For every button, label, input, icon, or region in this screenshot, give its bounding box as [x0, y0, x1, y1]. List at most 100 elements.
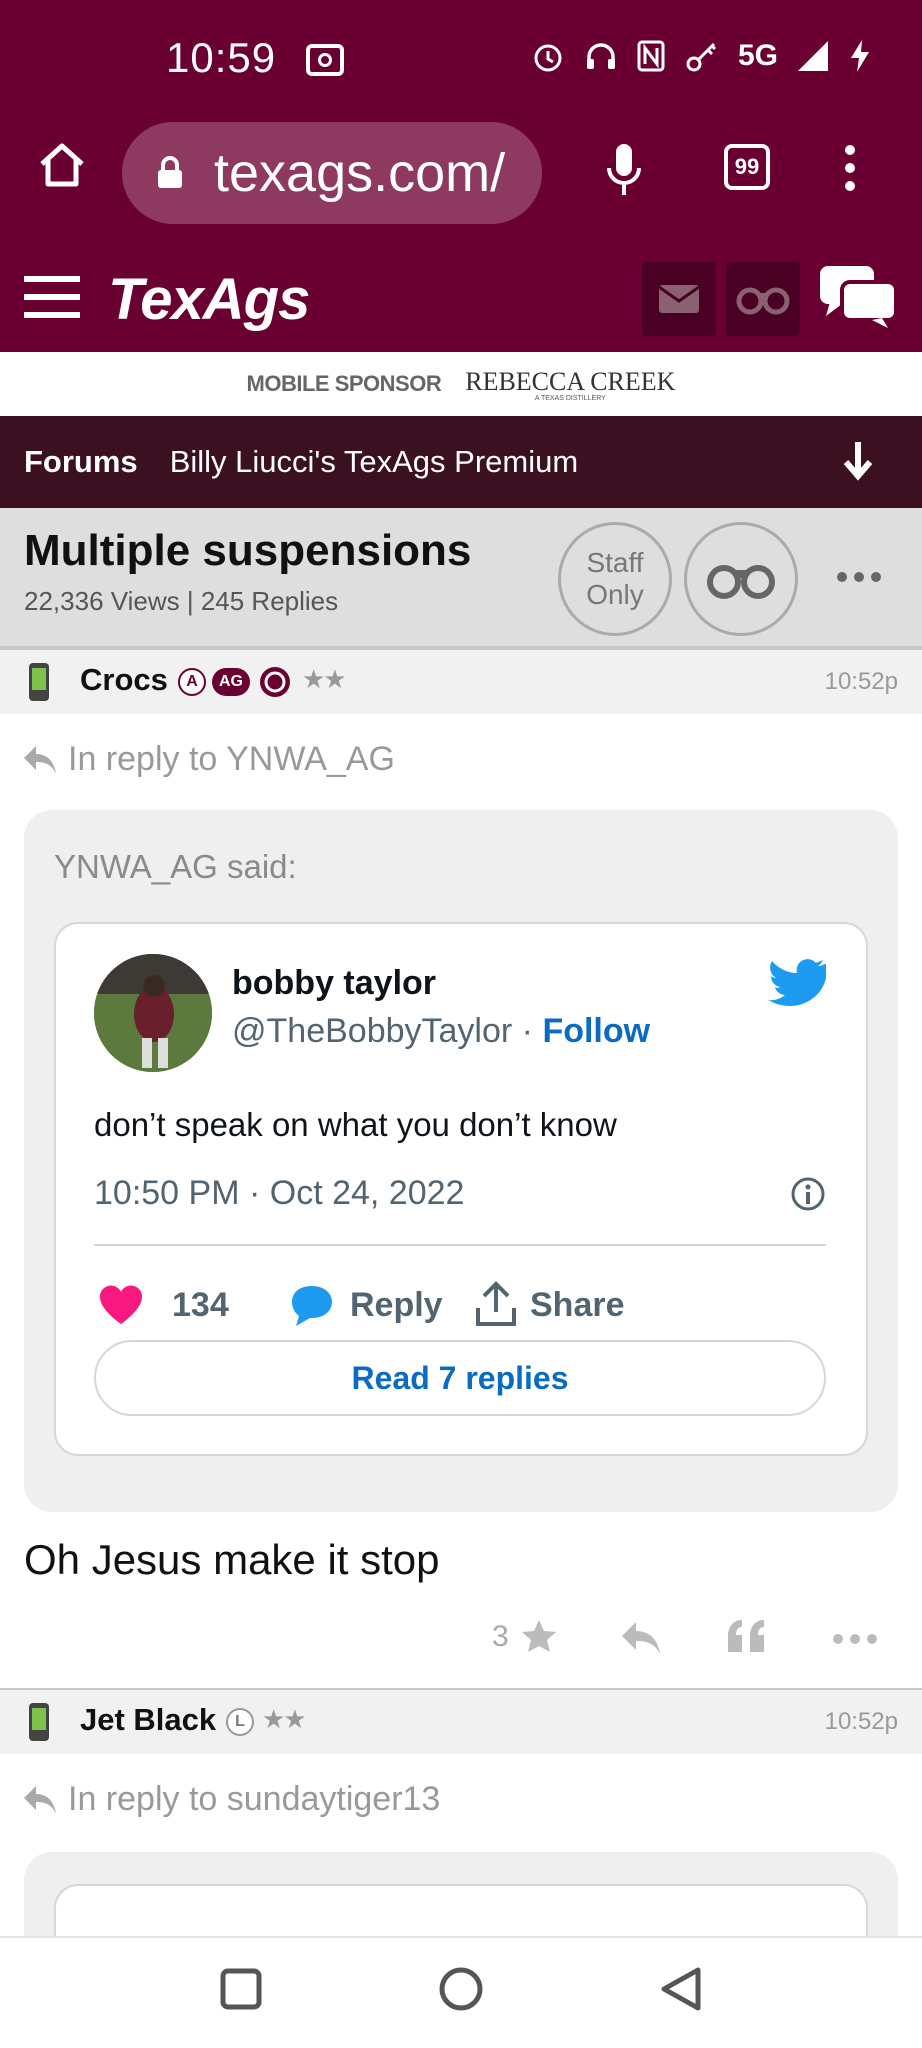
in-reply-to-text: In reply to YNWA_AG [68, 740, 395, 778]
board-link[interactable]: Billy Liucci's TexAgs Premium [170, 444, 578, 480]
read-replies-button[interactable]: Read 7 replies [94, 1340, 826, 1416]
network-type: 5G [737, 39, 778, 72]
signal-icon [798, 41, 828, 71]
status-icons: 5G [530, 38, 872, 74]
more-vert-icon[interactable] [842, 144, 858, 192]
post-time: 10:52p [824, 668, 898, 695]
url-text: texags.com/ [214, 143, 506, 203]
more-horiz-icon[interactable] [836, 570, 882, 584]
thread-title: Multiple suspensions [24, 526, 472, 575]
staff-only-label-1: Staff [586, 547, 644, 578]
post-actions: 3 [0, 1606, 922, 1670]
post-author[interactable]: Jet Black [80, 1702, 216, 1738]
rank-stars: ★★ [302, 664, 347, 694]
home-icon[interactable] [36, 140, 88, 192]
microphone-icon[interactable] [604, 142, 644, 198]
mobile-phone-icon [29, 663, 49, 701]
reply-arrow-icon [24, 745, 56, 774]
recents-icon[interactable] [220, 1968, 262, 2010]
thread-header: Multiple suspensions 22,336 Views | 245 … [0, 508, 922, 648]
charging-icon [851, 40, 869, 72]
tweet-text: don’t speak on what you don’t know [94, 1106, 617, 1143]
follow-link[interactable]: Follow [542, 1012, 650, 1050]
forum-breadcrumb: Forums Billy Liucci's TexAgs Premium [0, 416, 922, 508]
hamburger-menu-icon[interactable] [24, 274, 80, 320]
watch-button[interactable] [726, 262, 800, 336]
read-replies-label: Read 7 replies [351, 1359, 569, 1396]
reply-icon[interactable] [620, 1620, 662, 1656]
sponsor-logo: REBECCA CREEK A TEXAS DISTILLERY [465, 367, 675, 402]
system-nav-bar [0, 1936, 922, 2048]
tweet-actions: 134 Reply Share [94, 1274, 834, 1334]
share-icon[interactable] [474, 1280, 518, 1328]
back-icon[interactable] [660, 1966, 702, 2012]
sponsor-banner[interactable]: MOBILE SPONSOR REBECCA CREEK A TEXAS DIS… [0, 352, 922, 416]
sponsor-name: REBECCA CREEK [465, 366, 676, 396]
sponsor-label: MOBILE SPONSOR [246, 371, 442, 396]
like-count: 134 [172, 1286, 229, 1324]
staff-only-button[interactable]: Staff Only [558, 522, 672, 636]
avatar-photo [94, 954, 212, 1072]
reply-bubble-icon[interactable] [288, 1284, 334, 1326]
arrow-down-icon[interactable] [842, 440, 874, 482]
rank-stars: ★★ [262, 1704, 307, 1734]
binoculars-icon [707, 565, 775, 599]
browser-toolbar: texags.com/ 99 [0, 110, 922, 260]
chat-bubbles-icon[interactable] [820, 266, 896, 328]
star-icon[interactable] [520, 1618, 558, 1656]
heart-icon[interactable] [98, 1284, 144, 1326]
tweet-author-name[interactable]: bobby taylor [232, 964, 436, 1003]
tweet-handle[interactable]: @TheBobbyTaylor [232, 1012, 512, 1050]
tab-count: 99 [734, 154, 760, 179]
status-bar: 10:59 5G [0, 0, 922, 110]
more-horiz-icon[interactable] [832, 1632, 878, 1646]
tweet-date[interactable]: 10:50 PM · Oct 24, 2022 [94, 1174, 464, 1213]
in-reply-to[interactable]: In reply to sundaytiger13 [22, 1780, 440, 1819]
url-bar[interactable]: texags.com/ [122, 122, 542, 224]
envelope-icon [658, 285, 700, 313]
site-header: TexAgs [0, 260, 922, 352]
star-count: 3 [492, 1620, 509, 1653]
thread-meta: 22,336 Views | 245 Replies [24, 586, 339, 616]
screen: 10:59 5G texags.com/ 99 TexAgs MOBILE SP… [0, 0, 922, 2048]
alarm-icon [534, 44, 562, 72]
badge-a: A [178, 668, 206, 696]
post-time: 10:52p [824, 1708, 898, 1735]
key-icon [686, 42, 717, 72]
staff-only-label-2: Only [586, 579, 644, 610]
info-icon[interactable] [790, 1176, 826, 1212]
home-circle-icon[interactable] [438, 1966, 484, 2012]
post-header: Crocs A AG ★★ 10:52p [0, 648, 922, 714]
post-header: Jet Black L ★★ 10:52p [0, 1688, 922, 1754]
quote-block: YNWA_AG said: bobby taylor @TheBobbyTayl… [24, 810, 898, 1512]
binoculars-icon [736, 287, 790, 315]
mobile-phone-icon [29, 1703, 49, 1741]
watch-thread-button[interactable] [684, 522, 798, 636]
in-reply-to[interactable]: In reply to YNWA_AG [22, 740, 395, 779]
nfc-icon [637, 40, 665, 72]
twitter-bird-icon[interactable] [768, 958, 826, 1006]
quote-icon[interactable] [726, 1618, 766, 1654]
reply-label[interactable]: Reply [350, 1286, 443, 1325]
tweet-avatar[interactable] [94, 954, 212, 1072]
lock-icon [158, 156, 182, 188]
forums-link[interactable]: Forums [24, 444, 138, 480]
embedded-tweet[interactable]: bobby taylor @TheBobbyTaylor · Follow do… [54, 922, 868, 1456]
share-label[interactable]: Share [530, 1286, 625, 1325]
handle-separator: · [521, 1012, 533, 1050]
post-body: Oh Jesus make it stop [24, 1536, 440, 1583]
badge-l: L [226, 1708, 254, 1736]
tabs-button[interactable]: 99 [724, 144, 770, 190]
tweet-handle-line: @TheBobbyTaylor · Follow [232, 1012, 650, 1051]
sponsor-tagline: A TEXAS DISTILLERY [534, 394, 606, 402]
team-logo-icon [260, 667, 290, 697]
messages-button[interactable] [642, 262, 716, 336]
headphones-icon [586, 43, 615, 69]
site-logo[interactable]: TexAgs [108, 266, 310, 333]
post-author[interactable]: Crocs [80, 662, 168, 698]
screenshot-icon [306, 44, 344, 76]
in-reply-to-text: In reply to sundaytiger13 [68, 1780, 441, 1818]
reply-arrow-icon [24, 1785, 56, 1814]
badge-ag: AG [212, 668, 250, 696]
status-time: 10:59 [166, 34, 277, 81]
